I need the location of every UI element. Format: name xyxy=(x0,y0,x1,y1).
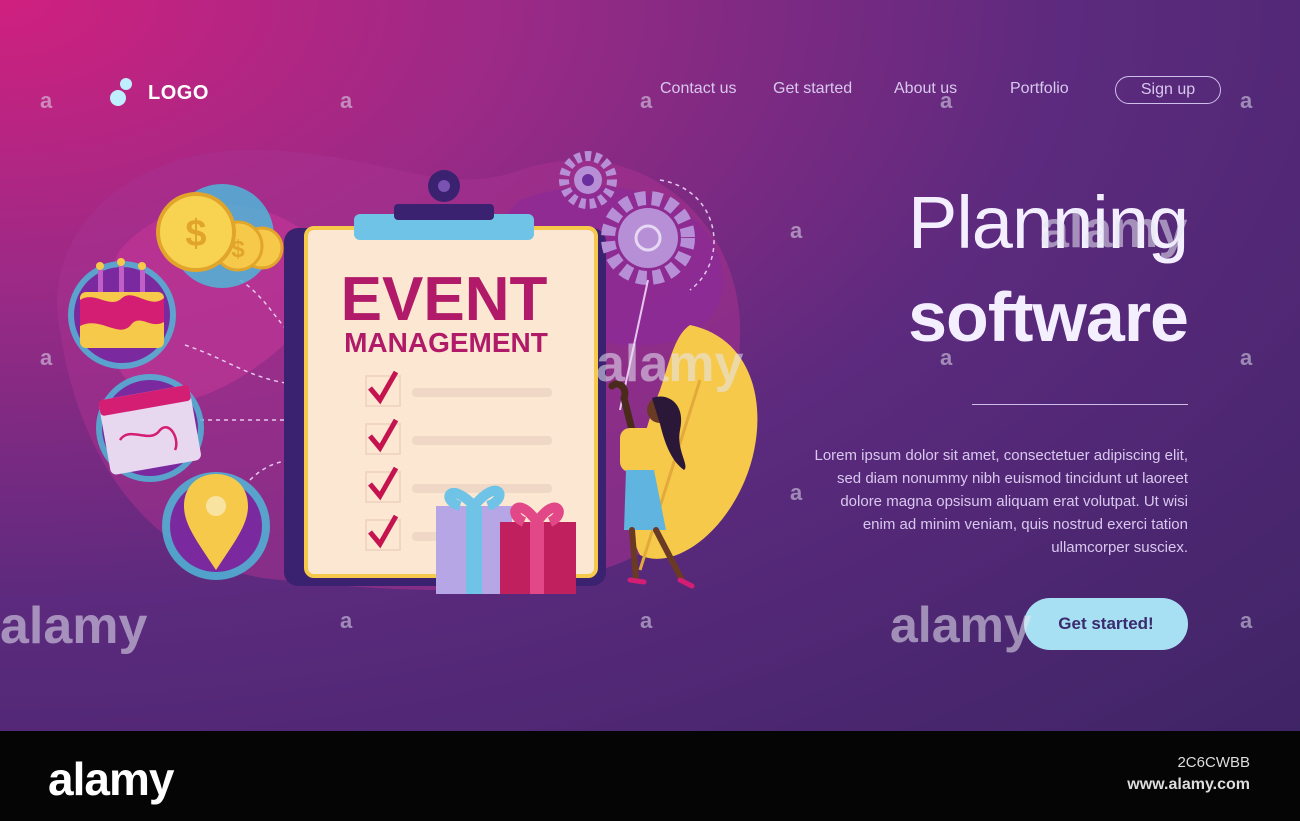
watermark-center: alamy xyxy=(596,335,744,393)
watermark-mark: a xyxy=(940,88,953,113)
watermark-mark: a xyxy=(40,345,53,370)
svg-text:$: $ xyxy=(185,213,206,255)
watermark-mark: a xyxy=(1240,88,1253,113)
footer-brand: alamy xyxy=(48,753,174,805)
stock-footer-bar xyxy=(0,731,1300,821)
calendar-icon xyxy=(96,374,204,482)
landing-page: $ $ EVENT MANAGEMENT LOGO Contact us Get… xyxy=(0,0,1300,731)
watermark-mark: a xyxy=(340,608,353,633)
nav-get-started[interactable]: Get started xyxy=(773,80,852,98)
clipboard-subtitle: MANAGEMENT xyxy=(344,327,548,358)
location-pin-icon xyxy=(162,472,270,580)
watermark-mark: a xyxy=(340,88,353,113)
footer-image-id: 2C6CWBB xyxy=(1177,754,1250,771)
logo-icon xyxy=(110,78,140,108)
watermark-mark: a xyxy=(1240,345,1253,370)
watermark-mark: a xyxy=(40,88,53,113)
watermark-mark: a xyxy=(940,345,953,370)
watermark-left: alamy xyxy=(0,597,148,655)
logo-text: LOGO xyxy=(148,81,209,104)
hero-title-line2: software xyxy=(908,278,1189,356)
watermark-mark: a xyxy=(640,608,653,633)
watermark-mark: a xyxy=(790,480,803,505)
watermark-right: alamy xyxy=(890,597,1032,653)
watermark-mark: a xyxy=(790,218,803,243)
hero-divider xyxy=(972,404,1188,405)
get-started-button[interactable]: Get started! xyxy=(1024,598,1188,650)
watermark-mark: a xyxy=(1240,608,1253,633)
hero-description: Lorem ipsum dolor sit amet, consectetuer… xyxy=(814,447,1188,556)
watermark-mark: a xyxy=(640,88,653,113)
clipboard-title: EVENT xyxy=(341,265,548,334)
sign-up-button[interactable]: Sign up xyxy=(1115,76,1221,104)
nav-portfolio[interactable]: Portfolio xyxy=(1010,80,1069,98)
footer-url: www.alamy.com xyxy=(1127,776,1250,793)
nav-contact-us[interactable]: Contact us xyxy=(660,80,736,98)
svg-text:$: $ xyxy=(231,236,245,263)
logo[interactable]: LOGO xyxy=(110,78,209,108)
gift-icon xyxy=(436,485,576,594)
watermark-title: alamy xyxy=(1040,201,1188,259)
